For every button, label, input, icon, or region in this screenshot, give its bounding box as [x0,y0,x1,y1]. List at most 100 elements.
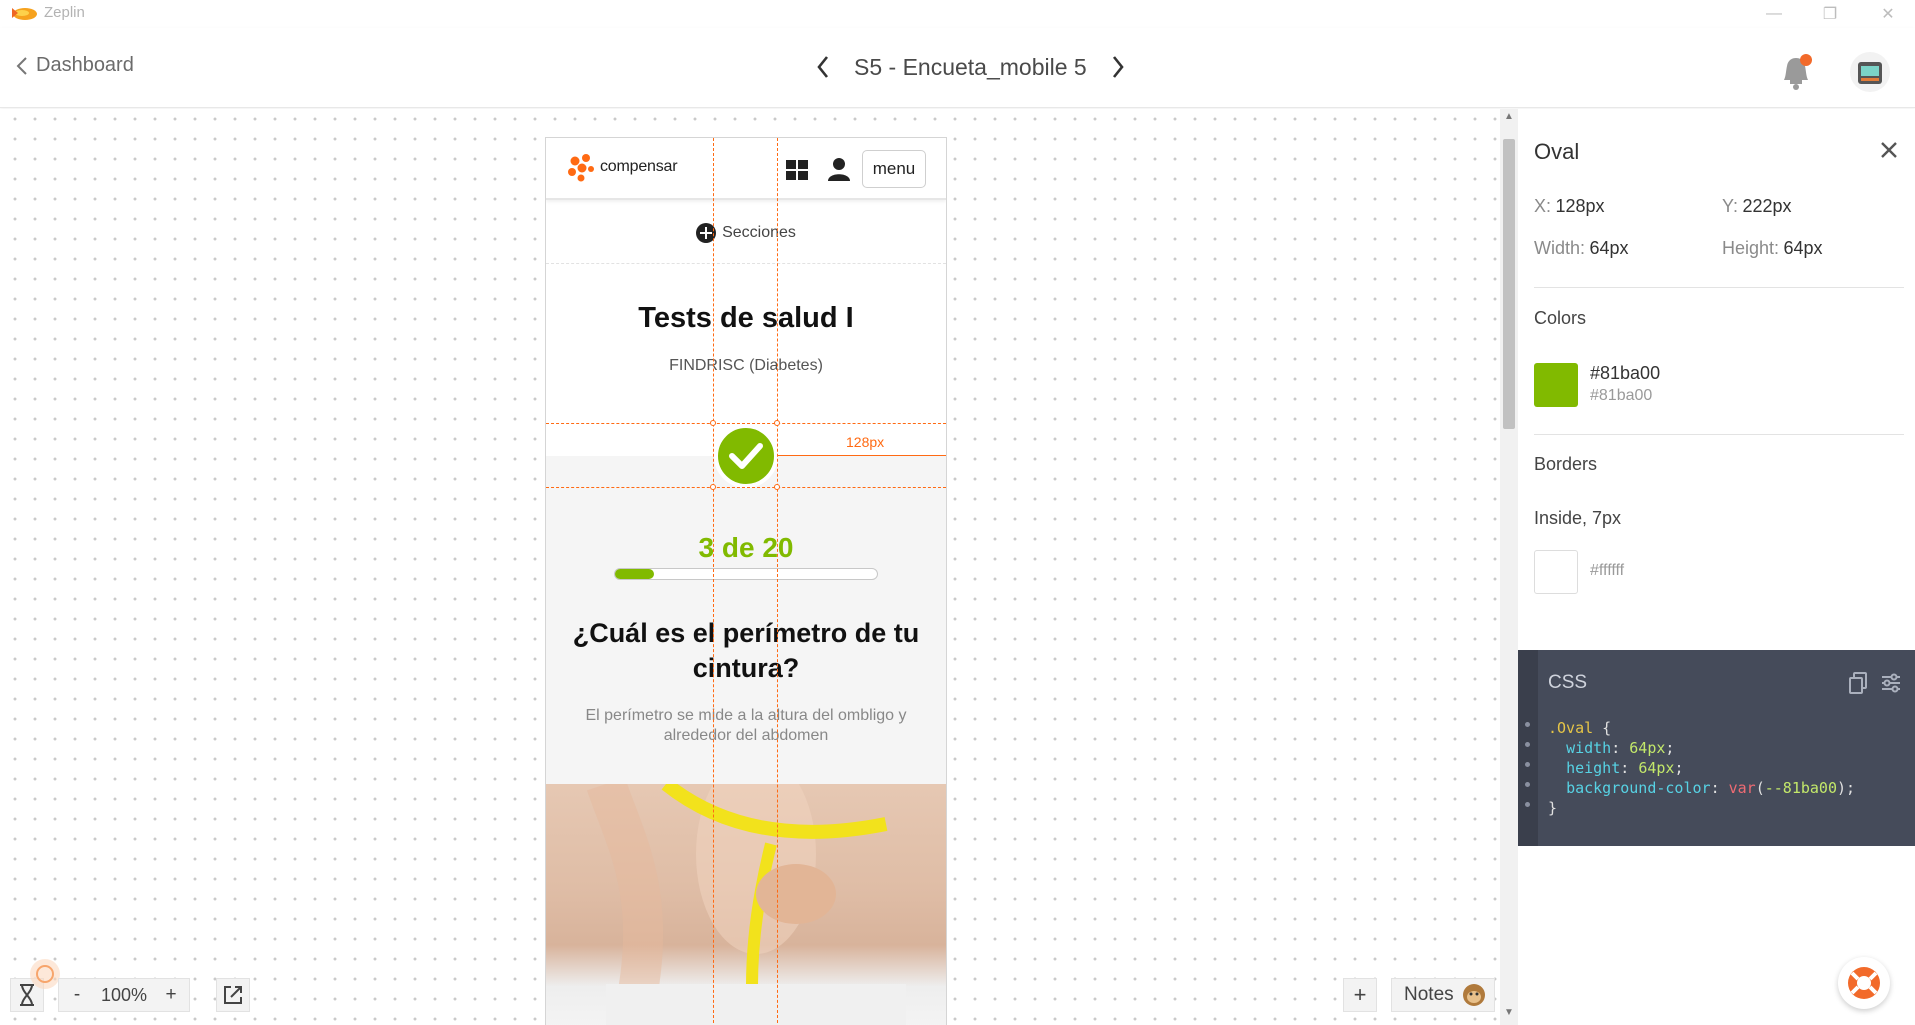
notifications-bell-icon[interactable] [1774,50,1818,94]
css-bg-fn: var [1728,779,1756,797]
chevron-left-icon [817,56,829,78]
height-label: Height: [1722,238,1780,258]
previous-screen-button[interactable] [810,50,836,84]
brand-name: compensar [600,158,678,175]
compensar-logo-icon [568,154,594,182]
layer-name: Oval [1534,139,1580,164]
selection-handle [710,420,716,426]
css-bg-prop: background-color [1566,779,1711,797]
selection-handle [774,484,780,490]
y-label: Y: [1722,196,1739,216]
selection-handle [774,420,780,426]
back-label: Dashboard [36,54,134,76]
close-icon[interactable] [1878,139,1900,161]
progress-bar [614,568,878,580]
restore-button[interactable]: ❐ [1810,2,1850,26]
guide-vertical-right [777,138,778,1025]
app-name: Zeplin [44,4,85,21]
colors-section-title: Colors [1534,308,1587,328]
css-height-prop: height [1566,759,1621,777]
design-canvas[interactable]: compensar menu Secciones Tests de salud … [0,109,1500,1025]
header: Dashboard S5 - Encueta_mobile 5 [0,28,1915,108]
height-property: Height: 64px [1722,238,1823,259]
notes-button[interactable]: Notes [1391,978,1495,1012]
y-value: 222px [1742,196,1792,216]
zoom-out-button[interactable]: - [59,979,95,1011]
css-selector: .Oval [1548,719,1594,737]
css-bg-var: --81ba00 [1764,779,1837,797]
width-value: 64px [1589,238,1629,258]
y-property: Y: 222px [1722,196,1792,217]
css-height-value: 64px [1638,759,1675,777]
grid-apps-icon [786,160,808,180]
question-text: ¿Cuál es el perímetro de tu cintura? [572,618,920,683]
zeplin-logo-icon [12,8,37,20]
settings-sliders-icon[interactable] [1880,672,1902,694]
inspector-panel: Oval X: 128px Y: 222px Width: 64px Heigh… [1518,109,1915,1025]
guide-horizontal-top [546,423,946,424]
css-title: CSS [1548,672,1588,693]
notes-label: Notes [1404,984,1454,1005]
artboard-subtitle: FINDRISC (Diabetes) [669,357,823,374]
width-label: Width: [1534,238,1586,258]
lifebuoy-icon [1848,967,1880,999]
guide-vertical-left [713,138,714,1025]
scroll-up-arrow-icon[interactable]: ▲ [1504,111,1514,122]
distance-label: 128px [846,434,885,450]
chevron-right-icon [1112,56,1124,78]
external-link-icon [224,986,242,1004]
mobile-artboard[interactable]: compensar menu Secciones Tests de salud … [545,137,947,1025]
code-line-markers [1525,722,1530,822]
checkmark-icon [729,443,763,469]
divider [1534,287,1904,288]
back-to-dashboard-link[interactable]: Dashboard [16,54,134,77]
zoom-in-button[interactable]: + [153,979,189,1011]
progress-bar-fill [615,569,655,579]
user-avatar-icon[interactable] [1848,50,1892,94]
border-color-value[interactable]: #ffffff [1590,562,1624,580]
pulse-indicator-icon [30,959,60,989]
user-icon [828,158,850,181]
chevron-left-icon [16,56,27,75]
oval-check-icon[interactable] [714,424,778,488]
canvas-vertical-scrollbar[interactable]: ▲ ▼ [1500,109,1518,1025]
compensar-logo: compensar [566,152,678,182]
border-description: Inside, 7px [1534,508,1622,528]
next-screen-button[interactable] [1105,50,1131,84]
copy-icon[interactable] [1848,672,1868,694]
zoom-controls: - 100% + [58,978,190,1012]
help-button[interactable] [1838,957,1890,1009]
x-label: X: [1534,196,1552,216]
scrollbar-thumb[interactable] [1503,139,1515,429]
scroll-down-arrow-icon[interactable]: ▼ [1504,1007,1514,1018]
minimize-button[interactable]: — [1754,2,1794,26]
close-window-button[interactable]: ✕ [1868,2,1908,26]
border-color-swatch[interactable] [1534,550,1578,594]
artboard-navbar: compensar menu [546,138,946,200]
height-value: 64px [1783,238,1823,258]
distance-line [778,455,946,456]
add-note-button[interactable]: + [1343,978,1377,1012]
zoom-level: 100% [100,984,148,1005]
artboard-menu-button: menu [862,150,926,188]
waist-measuring-photo [546,784,946,1025]
x-property: X: 128px [1534,196,1605,217]
export-button[interactable] [216,978,250,1012]
css-width-prop: width [1566,739,1612,757]
x-value: 128px [1555,196,1605,216]
screen-navigation: S5 - Encueta_mobile 5 [810,50,1131,84]
borders-section-title: Borders [1534,454,1598,474]
color-swatch[interactable] [1534,363,1578,407]
sections-toggle: Secciones [546,202,946,264]
css-code[interactable]: .Oval { width: 64px; height: 64px; backg… [1548,718,1855,818]
tape-measure-illustration [587,784,906,1025]
artboard-title: Tests de salud I [638,302,854,334]
monkey-icon [1462,984,1485,1006]
sections-label: Secciones [722,223,796,241]
progress-counter: 3 de 20 [698,532,794,563]
width-property: Width: 64px [1534,238,1629,259]
css-width-value: 64px [1629,739,1666,757]
title-bar: Zeplin — ❐ ✕ [0,0,1915,28]
guide-horizontal-bottom [546,487,946,488]
color-hex[interactable]: #81ba00 [1590,363,1660,384]
